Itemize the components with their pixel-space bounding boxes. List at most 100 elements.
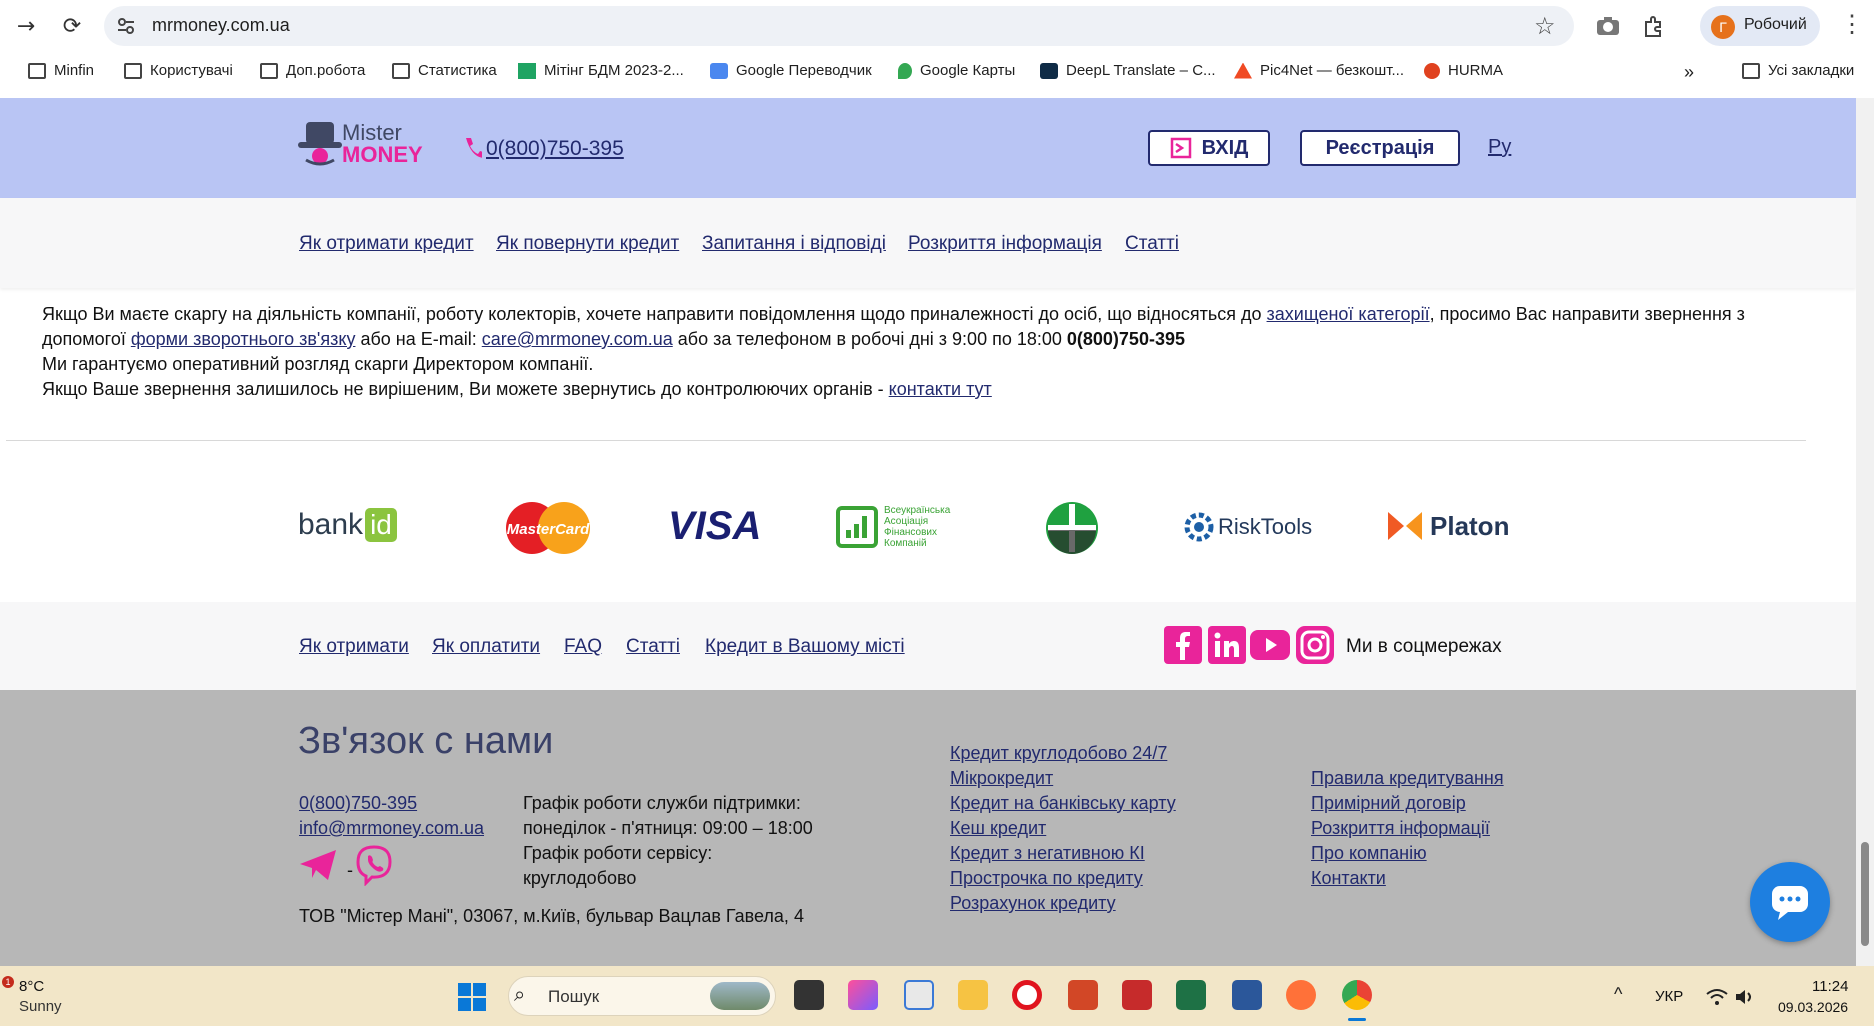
folder-icon <box>260 62 278 79</box>
bookmark-google-maps[interactable]: Google Карты <box>898 62 1015 79</box>
telegram-icon[interactable] <box>298 848 338 882</box>
weather-description[interactable]: Sunny <box>19 998 62 1015</box>
address-bar[interactable] <box>104 6 1574 46</box>
footer-phone-link[interactable]: 0(800)750-395 <box>299 793 417 814</box>
phone-icon <box>466 138 482 158</box>
url-text[interactable]: mrmoney.com.ua <box>152 15 290 36</box>
facebook-icon[interactable] <box>1164 626 1202 664</box>
bookmark-google-translate[interactable]: Google Переводчик <box>710 62 872 79</box>
logo-text-money[interactable]: MONEY <box>342 144 423 166</box>
link-sample-agreement[interactable]: Примірний договір <box>1311 793 1466 814</box>
nav-how-to-repay[interactable]: Як повернути кредит <box>496 233 679 255</box>
all-bookmarks[interactable]: Усі закладки <box>1742 62 1854 79</box>
taskbar-app-word[interactable] <box>1232 980 1262 1010</box>
profile-name[interactable]: Робочий <box>1744 16 1807 34</box>
chat-button[interactable] <box>1750 862 1830 942</box>
scrollbar[interactable] <box>1856 98 1874 966</box>
taskbar-app-chrome[interactable] <box>1342 980 1372 1010</box>
bookmark-star-icon[interactable]: ☆ <box>1534 12 1556 40</box>
bookmark-pic4net[interactable]: Pic4Net — безкошт... <box>1234 62 1404 79</box>
taskbar-app-opera[interactable] <box>1012 980 1042 1010</box>
link-contacts[interactable]: Контакти <box>1311 868 1386 889</box>
taskbar-app-creative[interactable] <box>848 980 878 1010</box>
taskbar-app-files[interactable] <box>794 980 824 1010</box>
care-email-link[interactable]: care@mrmoney.com.ua <box>482 329 673 349</box>
link-credit-bad-history[interactable]: Кредит з негативною КІ <box>950 843 1145 864</box>
youtube-icon[interactable] <box>1250 630 1290 660</box>
bookmark-users[interactable]: Користувачі <box>124 62 233 79</box>
visa-logo: VISA <box>668 504 762 548</box>
service-schedule-label: Графік роботи сервісу: <box>523 843 713 863</box>
footer-how-to-get[interactable]: Як отримати <box>299 636 409 658</box>
link-credit-calculation[interactable]: Розрахунок кредиту <box>950 893 1116 914</box>
footer-articles[interactable]: Статті <box>626 636 680 658</box>
menu-kebab-icon[interactable]: ⋮ <box>1840 10 1864 39</box>
link-cash-credit[interactable]: Кеш кредит <box>950 818 1046 839</box>
volume-icon[interactable] <box>1734 988 1754 1006</box>
active-app-indicator <box>1348 1018 1366 1021</box>
taskbar-app-explorer[interactable] <box>958 980 988 1010</box>
service-schedule-hours: круглодобово <box>523 868 637 888</box>
scrollbar-thumb[interactable] <box>1861 842 1869 946</box>
protected-category-link[interactable]: захищеної категорії <box>1267 304 1430 324</box>
login-button[interactable]: ВХІД <box>1148 130 1270 166</box>
link-credit-24-7[interactable]: Кредит круглодобово 24/7 <box>950 743 1167 764</box>
taskbar-app-snipping[interactable] <box>904 980 934 1010</box>
footer-email-link[interactable]: info@mrmoney.com.ua <box>299 818 484 839</box>
avatar[interactable]: Г <box>1711 15 1735 39</box>
link-about-company[interactable]: Про компанію <box>1311 843 1427 864</box>
clock-date[interactable]: 09.03.2026 <box>1778 999 1848 1015</box>
bookmark-meeting[interactable]: Мітінг БДМ 2023-2... <box>518 62 684 79</box>
footer-faq[interactable]: FAQ <box>564 636 602 658</box>
header-phone-link[interactable]: 0(800)750-395 <box>486 137 624 161</box>
link-lending-rules[interactable]: Правила кредитування <box>1311 768 1504 789</box>
more-bookmarks-icon[interactable]: » <box>1684 62 1694 83</box>
nav-articles[interactable]: Статті <box>1125 233 1179 255</box>
language-switch-link[interactable]: Ру <box>1488 136 1511 159</box>
link-microcredit[interactable]: Мікрокредит <box>950 768 1053 789</box>
footer-links-bar <box>0 602 1856 690</box>
camera-icon[interactable] <box>1596 15 1620 37</box>
bookmark-extra-work[interactable]: Доп.робота <box>260 62 365 79</box>
tray-chevron-icon[interactable]: ^ <box>1614 984 1622 1005</box>
bookmark-minfin[interactable]: Minfin <box>28 62 94 79</box>
bankid-logo: bank id <box>298 508 397 542</box>
link-information-disclosure[interactable]: Розкриття інформації <box>1311 818 1490 839</box>
extensions-icon[interactable] <box>1642 14 1666 38</box>
notice-paragraph-2: Ми гарантуємо оперативний розгляд скарги… <box>42 354 594 374</box>
register-button[interactable]: Реєстрація <box>1300 130 1460 166</box>
link-credit-to-card[interactable]: Кредит на банківську карту <box>950 793 1176 814</box>
circle-cross-logo <box>1046 502 1098 554</box>
taskbar-app-excel[interactable] <box>1176 980 1206 1010</box>
language-indicator[interactable]: УКР <box>1655 988 1683 1005</box>
taskbar-app-pdf[interactable] <box>1122 980 1152 1010</box>
bookmark-deepl[interactable]: DeepL Translate – С... <box>1040 62 1216 79</box>
regulators-contacts-link[interactable]: контакти тут <box>889 379 992 399</box>
reload-icon[interactable]: ⟳ <box>56 10 88 42</box>
wifi-icon[interactable] <box>1706 988 1728 1006</box>
bookmark-statistics[interactable]: Статистика <box>392 62 497 79</box>
windows-start-icon[interactable] <box>458 983 486 1011</box>
taskbar-app-powerpoint[interactable] <box>1068 980 1098 1010</box>
site-header <box>0 98 1856 198</box>
link-overdue-credit[interactable]: Прострочка по кредиту <box>950 868 1143 889</box>
bookmark-hurma[interactable]: HURMA <box>1424 62 1503 79</box>
weather-temperature[interactable]: 8°C <box>19 978 44 995</box>
social-label: Ми в соцмережах <box>1346 636 1502 657</box>
forward-icon[interactable]: → <box>10 10 42 42</box>
instagram-icon[interactable] <box>1296 626 1334 664</box>
nav-how-to-get-credit[interactable]: Як отримати кредит <box>299 233 474 255</box>
footer-how-to-pay[interactable]: Як оплатити <box>432 636 540 658</box>
feedback-form-link[interactable]: форми зворотнього зв'язку <box>131 329 356 349</box>
viber-icon[interactable] <box>354 844 394 886</box>
taskbar-app-firefox[interactable] <box>1286 980 1316 1010</box>
nav-disclosure[interactable]: Розкриття інформація <box>908 233 1102 255</box>
footer-credit-in-city[interactable]: Кредит в Вашому місті <box>705 636 905 658</box>
nav-faq[interactable]: Запитання і відповіді <box>702 233 886 255</box>
logo-text-mister[interactable]: Mister <box>342 122 402 144</box>
login-icon <box>1170 137 1191 159</box>
logo-hat-icon[interactable] <box>298 120 342 166</box>
site-settings-icon[interactable] <box>116 16 136 36</box>
linkedin-icon[interactable] <box>1208 626 1246 664</box>
clock-time[interactable]: 11:24 <box>1812 978 1848 995</box>
